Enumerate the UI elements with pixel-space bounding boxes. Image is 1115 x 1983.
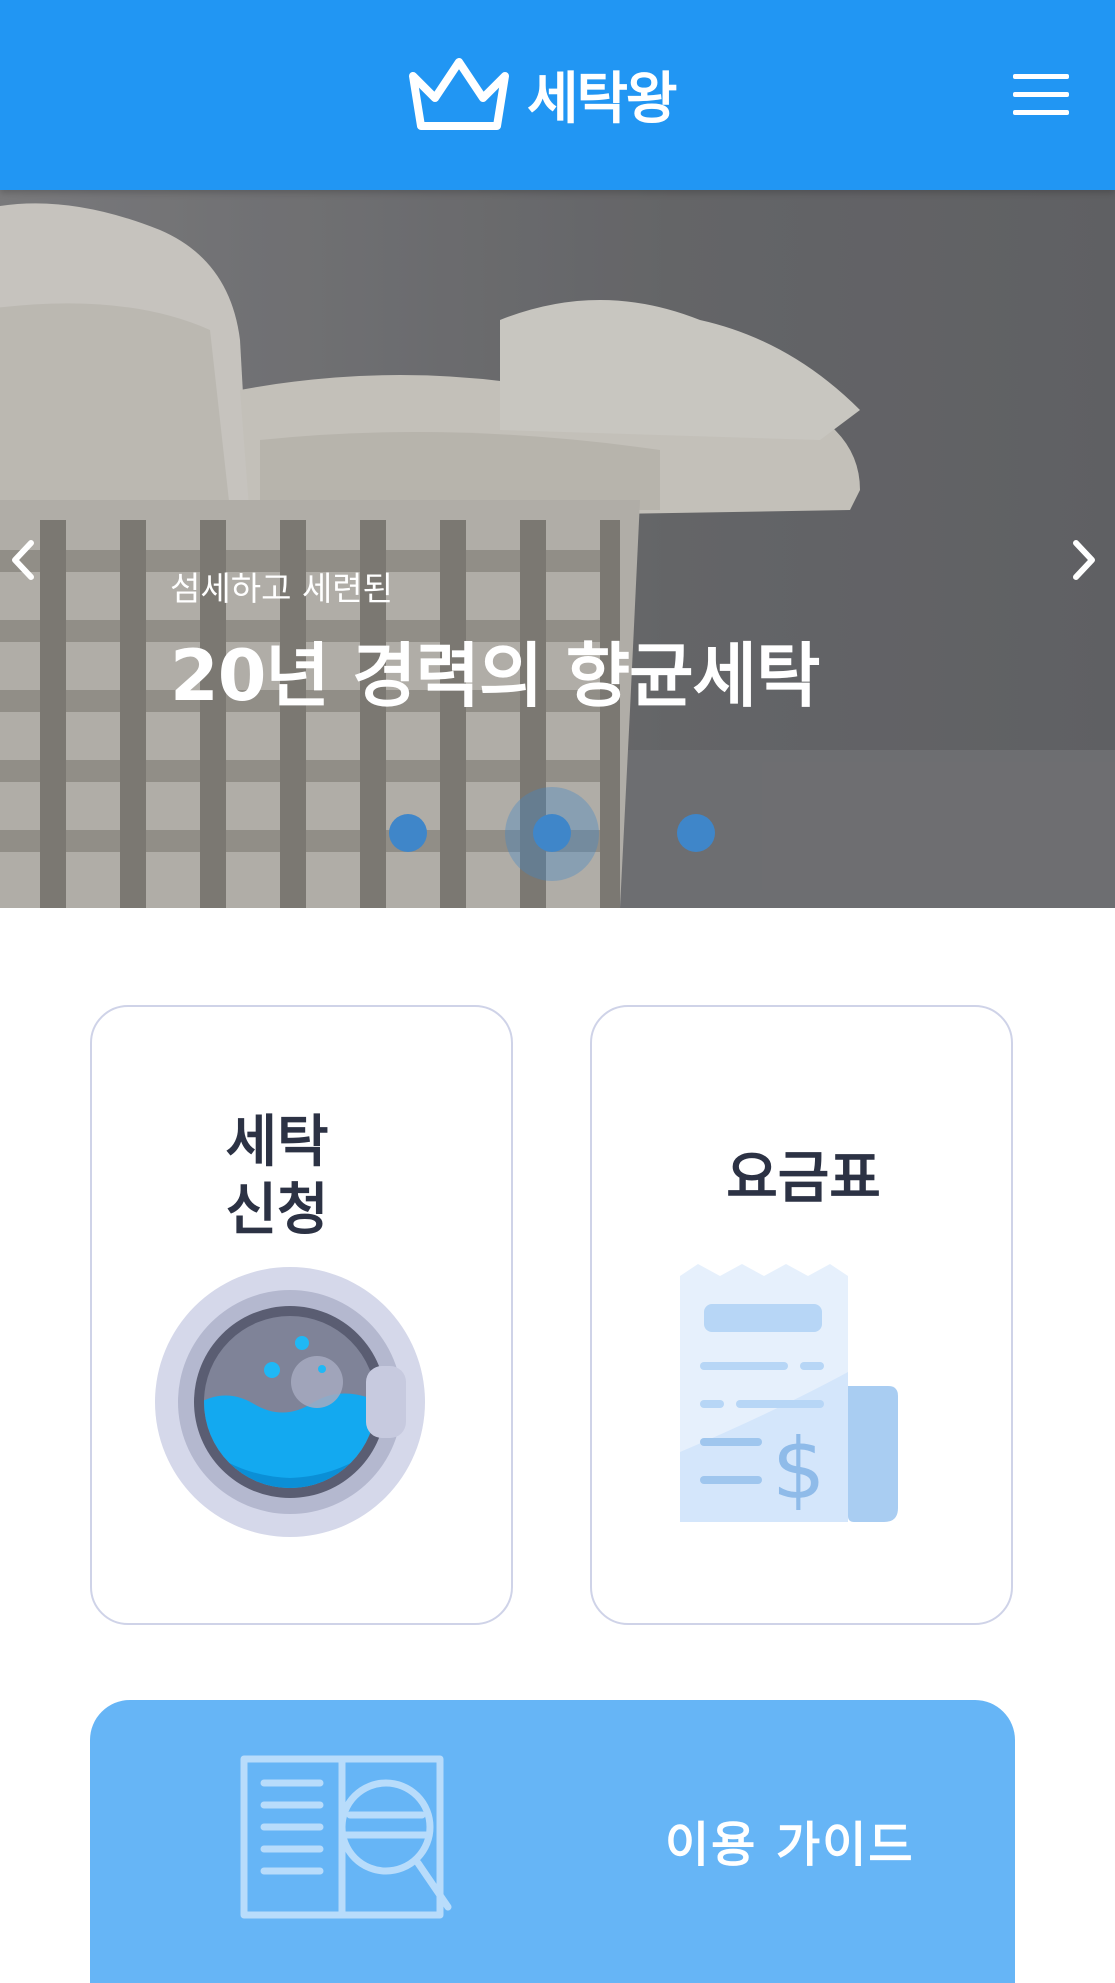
crown-icon [409, 58, 509, 130]
laundry-request-title: 세탁 신청 [225, 1110, 329, 1243]
carousel-dot-3[interactable] [677, 814, 715, 852]
price-list-card[interactable]: 요금표 $ [590, 1005, 1013, 1625]
carousel-prev-button[interactable] [0, 530, 44, 590]
hero-title: 20년 경력의 향균세탁 [170, 635, 820, 717]
app-header: 세탁왕 [0, 0, 1115, 190]
carousel-dot-1[interactable] [389, 814, 427, 852]
receipt-dollar-icon: $ [680, 1264, 898, 1522]
washing-machine-icon [155, 1267, 425, 1537]
svg-text:$: $ [772, 1420, 825, 1518]
book-magnifier-icon [240, 1755, 452, 1919]
hero-subtitle: 섬세하고 세련된 [170, 569, 394, 608]
hero-carousel: 섬세하고 세련된 20년 경력의 향균세탁 [0, 190, 1115, 908]
carousel-dot-2[interactable] [533, 814, 571, 852]
brand-logo[interactable]: 세탁왕 [405, 54, 678, 134]
laundry-request-card[interactable]: 세탁 신청 [90, 1005, 513, 1625]
usage-guide-label: 이용 가이드 [665, 1817, 915, 1873]
hamburger-menu-icon[interactable] [1013, 74, 1069, 116]
price-list-title: 요금표 [726, 1146, 881, 1211]
usage-guide-button[interactable]: 이용 가이드 [90, 1700, 1015, 1983]
brand-name: 세탁왕 [527, 66, 678, 132]
chevron-left-icon [12, 540, 34, 580]
carousel-next-button[interactable] [1063, 530, 1107, 590]
chevron-right-icon [1073, 540, 1095, 580]
